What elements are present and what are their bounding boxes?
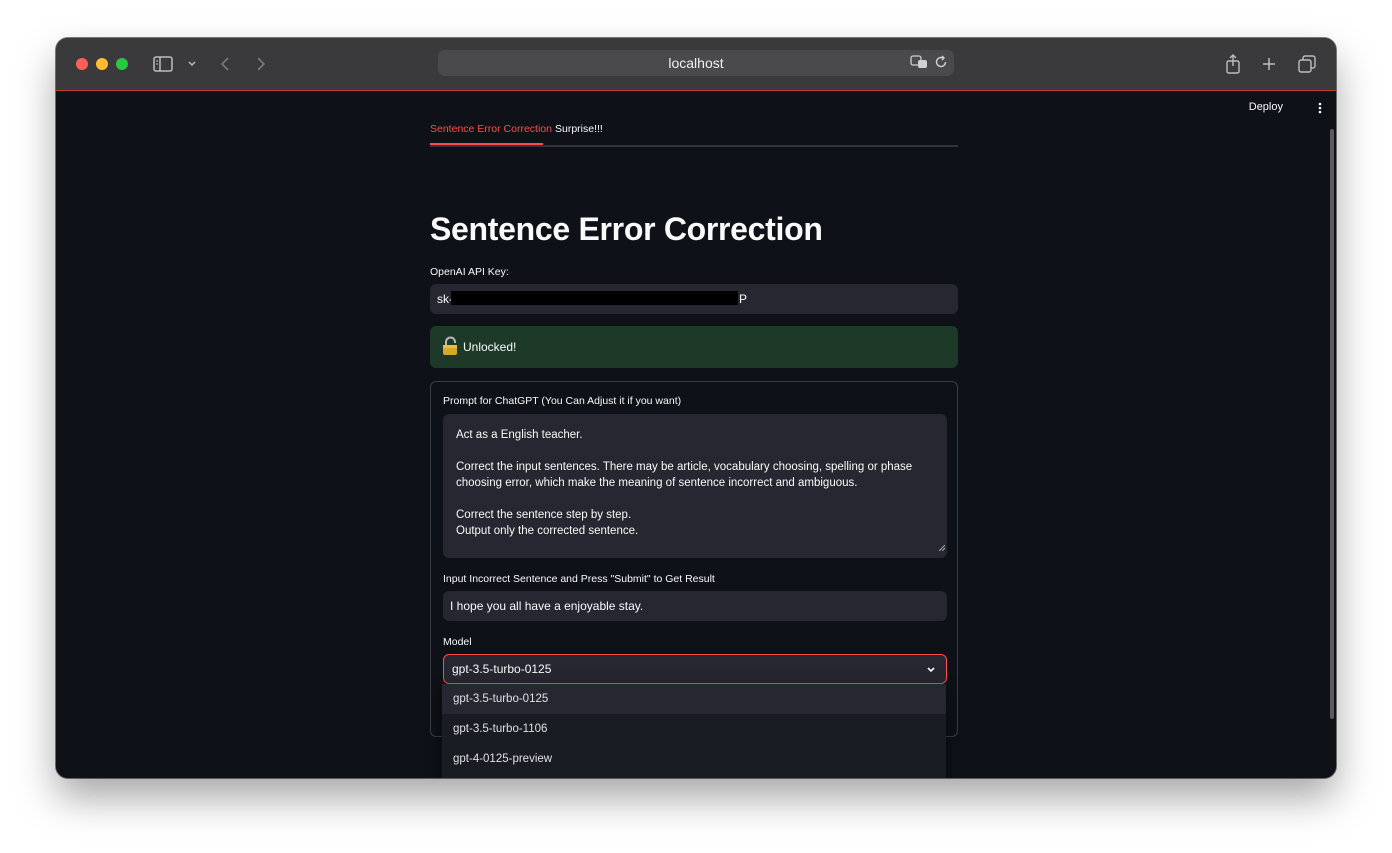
streamlit-page: Deploy Sentence Error Correction Surpris… <box>56 91 1336 778</box>
browser-toolbar: localhost <box>56 38 1336 91</box>
sentence-label: Input Incorrect Sentence and Press "Subm… <box>443 573 715 585</box>
prompt-line: choosing error, which make the meaning o… <box>456 477 858 489</box>
api-key-input[interactable]: sk- P <box>430 284 958 314</box>
model-selected-value: gpt-3.5-turbo-0125 <box>452 662 552 676</box>
model-option[interactable]: gpt-4-1106-preview <box>442 774 946 778</box>
tab-bar: Sentence Error Correction Surprise!!! <box>430 115 958 147</box>
browser-window: localhost Deploy Sentence Error Correcti… <box>56 38 1336 778</box>
model-option[interactable]: gpt-3.5-turbo-1106 <box>442 714 946 744</box>
page-title: Sentence Error Correction <box>430 211 823 247</box>
zoom-window-button[interactable] <box>116 58 128 70</box>
alert-text: Unlocked! <box>463 340 517 354</box>
share-icon[interactable] <box>1224 52 1242 76</box>
reload-icon[interactable] <box>934 51 948 77</box>
model-option[interactable]: gpt-4-0125-preview <box>442 744 946 774</box>
forward-icon[interactable] <box>254 52 268 76</box>
prompt-line <box>456 443 934 459</box>
api-key-label: OpenAI API Key: <box>430 266 509 278</box>
chevron-down-icon[interactable] <box>926 656 936 684</box>
active-tab-indicator <box>430 143 543 145</box>
back-icon[interactable] <box>218 52 232 76</box>
minimize-window-button[interactable] <box>96 58 108 70</box>
main-menu-icon[interactable] <box>1318 101 1322 119</box>
prompt-line: Act as a English teacher. <box>456 429 583 441</box>
prompt-line: Correct the input sentences. There may b… <box>456 461 913 473</box>
tab-surprise[interactable]: Surprise!!! <box>555 123 603 135</box>
translate-icon[interactable] <box>910 51 928 77</box>
sentence-input[interactable]: I hope you all have a enjoyable stay. <box>443 591 947 621</box>
model-label: Model <box>443 636 472 648</box>
lock-open-icon <box>442 336 459 359</box>
page-scrollbar[interactable] <box>1330 129 1334 719</box>
prompt-label: Prompt for ChatGPT (You Can Adjust it if… <box>443 395 682 407</box>
sidebar-icon[interactable] <box>152 52 174 76</box>
api-key-redaction <box>451 291 738 305</box>
url-text: localhost <box>668 55 724 71</box>
tabs-overview-icon[interactable] <box>1297 52 1317 76</box>
chevron-down-icon[interactable] <box>186 52 198 76</box>
close-window-button[interactable] <box>76 58 88 70</box>
sentence-value: I hope you all have a enjoyable stay. <box>450 599 644 613</box>
success-alert: Unlocked! <box>430 326 958 368</box>
prompt-textarea[interactable]: Act as a English teacher. Correct the in… <box>443 414 947 558</box>
prompt-line: Output only the corrected sentence. <box>456 525 639 537</box>
model-dropdown-menu: gpt-3.5-turbo-0125 gpt-3.5-turbo-1106 gp… <box>442 684 946 778</box>
model-option[interactable]: gpt-3.5-turbo-0125 <box>442 684 946 714</box>
new-tab-icon[interactable] <box>1260 52 1278 76</box>
address-bar[interactable]: localhost <box>438 50 954 76</box>
resize-handle-icon[interactable] <box>938 540 946 556</box>
tab-sentence-error-correction[interactable]: Sentence Error Correction <box>430 123 552 135</box>
model-select[interactable]: gpt-3.5-turbo-0125 <box>443 654 947 684</box>
deploy-button[interactable]: Deploy <box>1249 101 1283 113</box>
api-key-suffix: P <box>739 292 748 306</box>
prompt-line <box>456 491 934 507</box>
prompt-line: Correct the sentence step by step. <box>456 509 632 521</box>
